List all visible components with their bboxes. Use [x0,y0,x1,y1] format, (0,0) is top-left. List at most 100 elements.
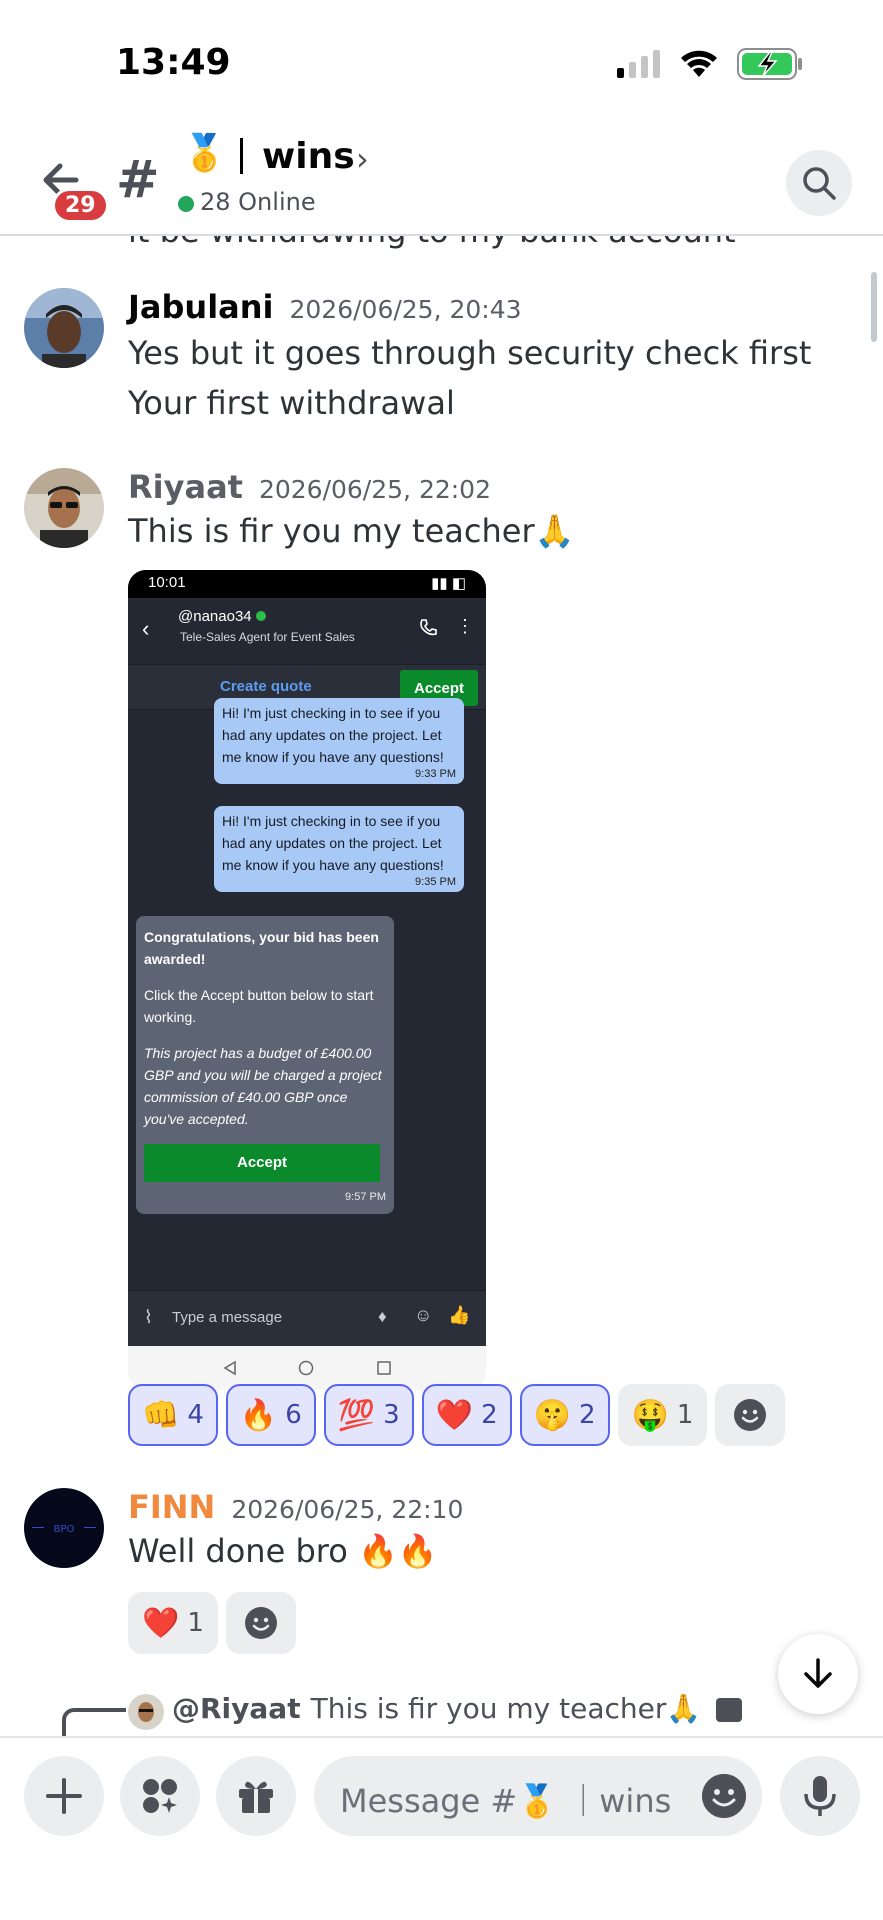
reaction-count: 3 [383,1400,400,1430]
attachment-award-bubble: Congratulations, your bid has been award… [136,916,394,1214]
channel-emoji: 🥇 [182,133,227,174]
status-time: 13:49 [116,42,231,83]
reply-connector [62,1708,126,1736]
add-reaction-icon [734,1399,767,1431]
reaction-count: 2 [578,1400,596,1430]
channel-hash-icon: # [116,150,160,210]
author-name[interactable]: Riyaat [128,468,243,506]
emoji-picker-button[interactable] [702,1774,746,1818]
plus-icon [46,1778,82,1814]
reaction-chip[interactable]: 💯 3 [323,1384,414,1446]
hundred-emoji-icon: 💯 [337,1397,376,1433]
mic-icon: ♦ [378,1307,387,1326]
status-icons [617,48,803,80]
message-text: it be withdrawing to my bank account [128,236,736,250]
message-text: Your first withdrawal [128,384,455,422]
arrow-down-icon [804,1658,832,1688]
fire-emoji-icon: 🔥 [239,1397,278,1433]
add-reaction-button[interactable] [715,1384,786,1446]
channel-name[interactable]: wins [262,136,355,177]
message-input[interactable]: Message #🥇 ｜wins [314,1756,762,1836]
reaction-bar: 👊 4 🔥 6 💯 3 ❤️ 2 🤫 2 🤑 1 [128,1384,786,1446]
reply-mention[interactable]: @Riyaat [172,1692,301,1725]
avatar-image [24,288,104,368]
fist-bump-emoji-icon: 👊 [142,1397,180,1433]
reaction-chip[interactable]: 🤫 2 [519,1384,610,1446]
message-timestamp: 2026/06/25, 22:02 [258,475,491,504]
scrollbar[interactable] [871,272,877,342]
reaction-chip[interactable]: 👊 4 [128,1384,218,1446]
author-name[interactable]: FINN [128,1488,215,1526]
chevron-left-icon: ‹ [142,616,150,641]
attachment-chat-body: Hi! I'm just checking in to see if you h… [128,698,486,1294]
unread-badge: 29 [52,188,109,223]
avatar-image: BPO [24,1488,104,1568]
paperclip-icon: ⌇ [144,1307,153,1327]
gift-icon [239,1781,273,1813]
reaction-bar: ❤️ 1 [128,1592,296,1654]
add-reaction-button[interactable] [225,1592,296,1654]
online-status-dot [255,611,266,621]
reaction-chip[interactable]: ❤️ 1 [128,1592,218,1654]
message-text: Yes but it goes through security check f… [128,334,812,372]
add-attachment-button[interactable] [24,1756,104,1836]
avatar-riyaat[interactable] [24,468,104,548]
author-name[interactable]: Jabulani [128,288,274,326]
attachment-status-time: 10:01 [148,574,186,591]
shush-emoji-icon: 🤫 [533,1397,571,1433]
apps-button[interactable] [120,1756,200,1836]
chevron-right-icon[interactable]: › [356,140,369,178]
microphone-icon [804,1776,836,1816]
reaction-chip[interactable]: ❤️ 2 [421,1384,512,1446]
heart-emoji-icon: ❤️ [142,1605,180,1641]
message-text: This is fir you my teacher🙏 [128,512,575,550]
reaction-count: 2 [481,1400,498,1430]
phone-icon [420,619,437,636]
reaction-count: 1 [187,1608,204,1638]
signal-icon [617,50,660,78]
message-timestamp: 2026/06/25, 22:10 [231,1495,464,1524]
battery-charging-icon [737,48,802,80]
message-composer: Message #🥇 ｜wins [0,1736,883,1920]
gift-button[interactable] [216,1756,296,1836]
channel-divider [240,138,243,174]
image-icon [716,1698,743,1722]
message-input-placeholder: Message #🥇 ｜wins [340,1782,672,1820]
jump-to-present-button[interactable] [778,1634,858,1714]
attachment-user-role: Tele-Sales Agent for Event Sales [180,630,355,644]
image-attachment[interactable]: 10:01 ▮▮ ◧ ‹ @nanao34 Tele-Sales Agent f… [128,570,486,1346]
online-status-dot [178,196,194,212]
search-button[interactable] [786,150,852,216]
attachment-bubble: Hi! I'm just checking in to see if you h… [214,806,464,892]
attachment-username: @nanao34 [178,608,266,625]
attachment-input-bar: ⌇ Type a message ♦ ☺ 👍 [128,1290,486,1346]
more-vertical-icon: ⋮ [456,616,474,636]
attachment-bubble: Hi! I'm just checking in to see if you h… [214,698,464,784]
online-count: 28 Online [200,188,316,216]
message-author[interactable]: FINN 2026/06/25, 22:10 [128,1488,463,1526]
voice-message-button[interactable] [780,1756,860,1836]
reply-avatar[interactable] [128,1694,164,1730]
smiley-icon [702,1774,746,1818]
reaction-count: 1 [676,1400,694,1430]
avatar-finn[interactable]: BPO [24,1488,104,1568]
avatar-jabulani[interactable] [24,288,104,368]
thumbs-up-icon: 👍 [448,1305,471,1325]
reaction-chip[interactable]: 🤑 1 [617,1384,708,1446]
wifi-icon [681,50,717,77]
reply-text: This is fir you my teacher🙏 [310,1692,702,1725]
message-timestamp: 2026/06/25, 20:43 [289,295,522,324]
message-list[interactable]: it be withdrawing to my bank account Jab… [0,236,883,1736]
money-mouth-emoji-icon: 🤑 [631,1397,669,1433]
reaction-count: 4 [187,1400,204,1430]
attachment-create-quote: Create quote [220,678,312,695]
smiley-icon: ☺ [414,1305,433,1325]
reaction-chip[interactable]: 🔥 6 [225,1384,316,1446]
attachment-status-bar: 10:01 ▮▮ ◧ [128,570,486,598]
apps-icon [143,1779,177,1813]
add-reaction-icon [244,1607,277,1639]
reply-preview[interactable]: @Riyaat This is fir you my teacher🙏 [172,1692,743,1725]
message-author[interactable]: Riyaat 2026/06/25, 22:02 [128,468,491,506]
attachment-chat-header: ‹ @nanao34 Tele-Sales Agent for Event Sa… [128,598,486,664]
message-author[interactable]: Jabulani 2026/06/25, 20:43 [128,288,522,326]
